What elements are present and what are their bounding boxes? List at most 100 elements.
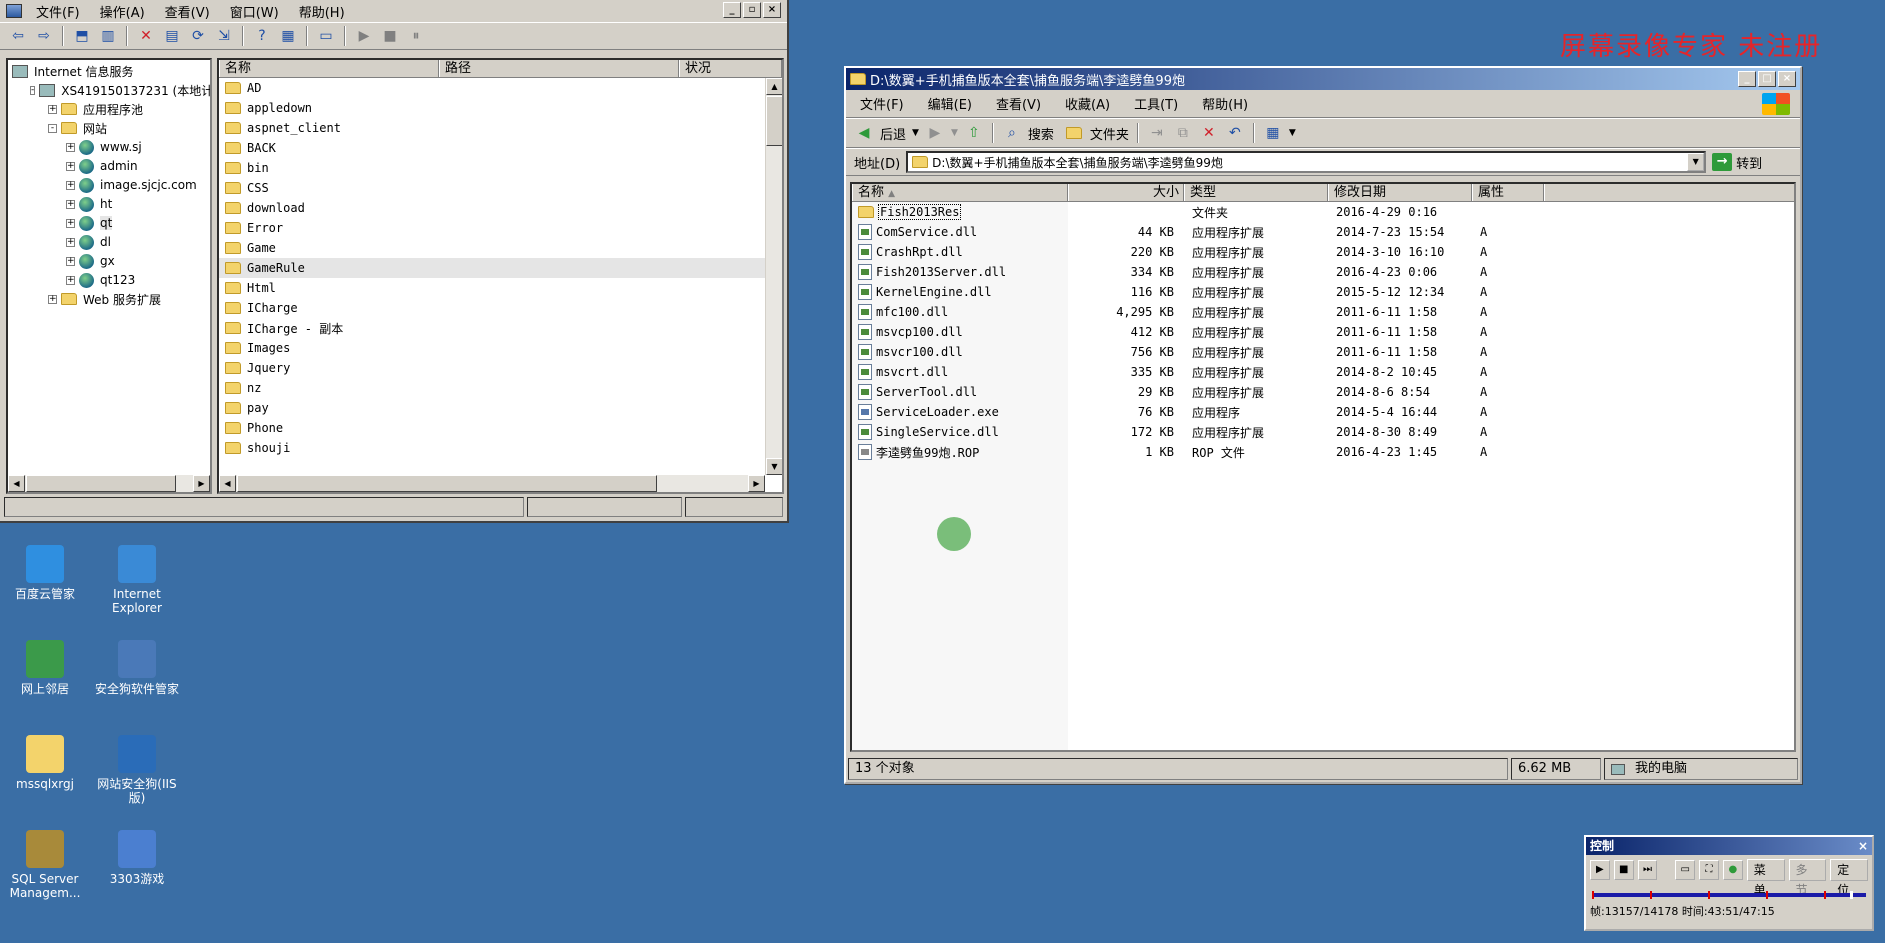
tree-item[interactable]: + dl: [8, 234, 210, 250]
folder-row[interactable]: ICharge: [219, 298, 782, 318]
expand-icon[interactable]: +: [66, 256, 75, 266]
desktop-shortcut[interactable]: mssqlxrgj: [0, 735, 90, 791]
speaker-icon[interactable]: ●: [1722, 860, 1743, 880]
close-icon[interactable]: ×: [1858, 837, 1868, 855]
folders-icon[interactable]: [1065, 127, 1082, 139]
search-button[interactable]: 搜索: [1028, 124, 1054, 143]
expand-icon[interactable]: +: [66, 275, 75, 285]
maximize-icon[interactable]: □: [1758, 71, 1776, 87]
move-to-icon[interactable]: ⇥: [1147, 123, 1167, 143]
delete-icon[interactable]: ✕: [136, 26, 156, 46]
file-row[interactable]: mfc100.dll 4,295 KB 应用程序扩展 2011-6-11 1:58 A: [852, 302, 1794, 322]
playback-progress-track[interactable]: [1592, 891, 1866, 899]
menu-tools[interactable]: 工具(T): [1134, 94, 1178, 113]
desktop-shortcut[interactable]: 百度云管家: [0, 545, 90, 601]
window-mode-icon[interactable]: ▭: [1675, 860, 1696, 880]
file-row[interactable]: SingleService.dll 172 KB 应用程序扩展 2014-8-30 8…: [852, 422, 1794, 442]
pause-icon[interactable]: ⏸: [406, 26, 426, 46]
forward-dropdown-icon[interactable]: ▼: [951, 128, 958, 138]
show-tree-icon[interactable]: ▥: [98, 26, 118, 46]
folder-row[interactable]: shouji: [219, 438, 782, 458]
tree-item[interactable]: Internet 信息服务: [8, 63, 210, 79]
expand-icon[interactable]: +: [66, 199, 75, 209]
minimize-icon[interactable]: _: [1738, 71, 1756, 87]
menu-favorites[interactable]: 收藏(A): [1065, 94, 1110, 113]
folder-row[interactable]: nz: [219, 378, 782, 398]
folder-row[interactable]: pay: [219, 398, 782, 418]
expand-icon[interactable]: +: [48, 294, 57, 304]
tree-item[interactable]: + 应用程序池: [8, 101, 210, 117]
content-vertical-scrollbar[interactable]: ▲ ▼: [765, 78, 782, 475]
stop-icon[interactable]: ■: [380, 26, 400, 46]
expand-icon[interactable]: +: [66, 237, 75, 247]
collapse-icon[interactable]: -: [30, 85, 36, 95]
scroll-up-icon[interactable]: ▲: [766, 78, 782, 95]
file-row[interactable]: ComService.dll 44 KB 应用程序扩展 2014-7-23 15:54…: [852, 222, 1794, 242]
file-row[interactable]: CrashRpt.dll 220 KB 应用程序扩展 2014-3-10 16:10 A: [852, 242, 1794, 262]
folder-row[interactable]: Jquery: [219, 358, 782, 378]
scroll-right-icon[interactable]: ▶: [193, 475, 210, 492]
stop-icon[interactable]: ■: [1613, 860, 1634, 880]
content-horizontal-scrollbar[interactable]: ◀ ▶: [219, 475, 765, 492]
file-row[interactable]: ServerTool.dll 29 KB 应用程序扩展 2014-8-6 8:54 A: [852, 382, 1794, 402]
multi-section-button[interactable]: 多节: [1788, 859, 1827, 897]
minimize-icon[interactable]: _: [723, 2, 741, 18]
folder-row[interactable]: GameRule: [219, 258, 782, 278]
expand-icon[interactable]: +: [66, 161, 75, 171]
expand-icon[interactable]: +: [66, 218, 75, 228]
scroll-left-icon[interactable]: ◀: [8, 475, 25, 492]
desktop-shortcut[interactable]: 网站安全狗(IIS版): [92, 735, 182, 805]
back-arrow-icon[interactable]: ⇦: [8, 26, 28, 46]
expand-icon[interactable]: +: [66, 142, 75, 152]
folder-row[interactable]: bin: [219, 158, 782, 178]
go-button[interactable]: → 转到: [1712, 153, 1762, 172]
scroll-down-icon[interactable]: ▼: [766, 458, 782, 475]
collapse-icon[interactable]: -: [48, 123, 57, 133]
desktop-shortcut[interactable]: Internet Explorer: [92, 545, 182, 615]
scroll-thumb[interactable]: [26, 475, 176, 492]
file-row[interactable]: msvcp100.dll 412 KB 应用程序扩展 2011-6-11 1:58 A: [852, 322, 1794, 342]
step-icon[interactable]: ⏭: [1637, 860, 1658, 880]
tree-item[interactable]: + image.sjcjc.com: [8, 177, 210, 193]
restore-icon[interactable]: ▫: [743, 2, 761, 18]
forward-icon[interactable]: ▶: [925, 123, 945, 143]
console-icon[interactable]: ▦: [278, 26, 298, 46]
column-size[interactable]: 大小: [1068, 184, 1184, 201]
column-name[interactable]: 名称 ▲: [852, 184, 1068, 201]
back-dropdown-icon[interactable]: ▼: [912, 128, 919, 138]
views-icon[interactable]: ▦: [1263, 123, 1283, 143]
menu-help[interactable]: 帮助(H): [1202, 94, 1248, 113]
menu-view[interactable]: 查看(V): [996, 94, 1041, 113]
column-name[interactable]: 名称: [219, 60, 439, 77]
computer-icon[interactable]: ▭: [316, 26, 336, 46]
menu-edit[interactable]: 编辑(E): [928, 94, 972, 113]
column-attributes[interactable]: 属性: [1472, 184, 1544, 201]
search-icon[interactable]: ⌕: [1002, 123, 1022, 143]
iis-menu-help[interactable]: 帮助(H): [299, 2, 345, 21]
folder-row[interactable]: BACK: [219, 138, 782, 158]
desktop-shortcut[interactable]: 网上邻居: [0, 640, 90, 696]
tree-item[interactable]: + Web 服务扩展: [8, 291, 210, 307]
file-row[interactable]: KernelEngine.dll 116 KB 应用程序扩展 2015-5-12 12…: [852, 282, 1794, 302]
tree-item[interactable]: + gx: [8, 253, 210, 269]
views-dropdown-icon[interactable]: ▼: [1289, 128, 1296, 138]
expand-icon[interactable]: +: [66, 180, 75, 190]
tree-item[interactable]: + ht: [8, 196, 210, 212]
explorer-titlebar[interactable]: D:\数翼+手机捕鱼版本全套\捕鱼服务端\李逵劈鱼99炮 _ □ ×: [846, 68, 1800, 90]
folder-row[interactable]: aspnet_client: [219, 118, 782, 138]
iis-menu-window[interactable]: 窗口(W): [230, 2, 279, 21]
folder-row[interactable]: download: [219, 198, 782, 218]
file-row[interactable]: 李逵劈鱼99炮.ROP 1 KB ROP 文件 2016-4-23 1:45 A: [852, 442, 1794, 462]
back-icon[interactable]: ◀: [854, 123, 874, 143]
close-icon[interactable]: ×: [1778, 71, 1796, 87]
folder-row[interactable]: Images: [219, 338, 782, 358]
iis-menu-view[interactable]: 查看(V): [165, 2, 210, 21]
locate-button[interactable]: 定位: [1830, 859, 1869, 897]
up-icon[interactable]: ⇧: [964, 123, 984, 143]
tree-item[interactable]: + www.sj: [8, 139, 210, 155]
scroll-right-icon[interactable]: ▶: [748, 475, 765, 492]
folder-row[interactable]: AD: [219, 78, 782, 98]
scroll-left-icon[interactable]: ◀: [219, 475, 236, 492]
file-row[interactable]: Fish2013Res 文件夹 2016-4-29 0:16: [852, 202, 1794, 222]
address-input[interactable]: D:\数翼+手机捕鱼版本全套\捕鱼服务端\李逵劈鱼99炮 ▼: [906, 151, 1707, 173]
